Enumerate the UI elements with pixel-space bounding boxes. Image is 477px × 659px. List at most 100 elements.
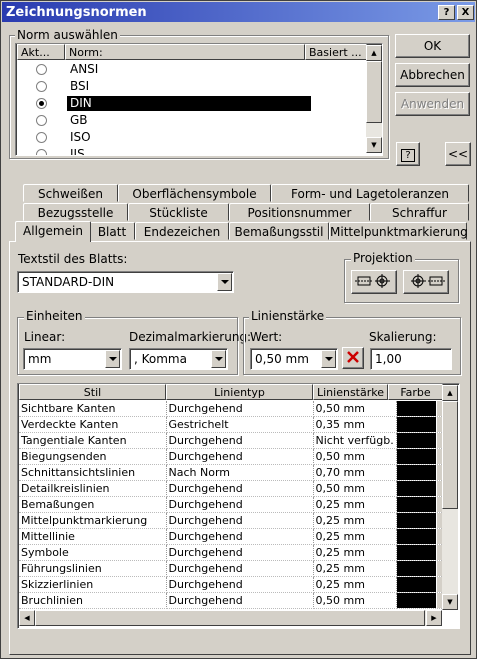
color-swatch[interactable] <box>396 416 437 433</box>
style-cell: Bruchlinien <box>19 592 167 609</box>
lineweight-cell: 0,25 mm <box>313 528 397 545</box>
table-row[interactable]: Biegungsenden Durchgehend 0,50 mm <box>19 448 452 465</box>
color-swatch[interactable] <box>396 528 437 545</box>
table-row[interactable]: Bruchlinien Durchgehend 0,50 mm <box>19 592 452 609</box>
table-row[interactable]: Tangentiale Kanten Durchgehend Nicht verfü… <box>19 432 452 449</box>
color-swatch[interactable] <box>396 448 437 465</box>
table-row[interactable]: Mittelpunktmarkierung Durchgehend 0,25 mm <box>19 512 452 529</box>
cancel-button[interactable]: Abbrechen <box>395 63 470 87</box>
help-icon[interactable]: ? <box>396 142 420 166</box>
lineweight-select[interactable]: 0,50 mm <box>250 348 338 370</box>
lineweight-cell: 0,50 mm <box>313 448 397 465</box>
decimal-marker-value: , Komma <box>134 352 187 366</box>
column-header-style[interactable]: Stil <box>19 384 166 400</box>
active-radio[interactable] <box>36 64 47 75</box>
linear-unit-select[interactable]: mm <box>23 348 122 370</box>
active-radio[interactable] <box>36 98 47 109</box>
scroll-thumb[interactable] <box>366 61 382 123</box>
collapse-button[interactable]: << <box>445 142 471 166</box>
column-header-standard[interactable]: Norm: <box>65 44 305 60</box>
chevron-down-icon[interactable] <box>321 350 336 368</box>
color-swatch[interactable] <box>396 512 437 529</box>
column-header-active[interactable]: Akt... <box>17 44 65 60</box>
tab-schweißen[interactable]: Schweißen <box>23 184 118 202</box>
table-horizontal-scrollbar[interactable]: ◀ ▶ <box>19 610 442 626</box>
tab-endezeichen[interactable]: Endezeichen <box>135 222 229 240</box>
apply-button[interactable]: Anwenden <box>395 92 470 116</box>
table-row[interactable]: Sichtbare Kanten Durchgehend 0,50 mm <box>19 401 452 417</box>
tab-bezugsstelle[interactable]: Bezugsstelle <box>23 203 128 221</box>
column-header-lineweight[interactable]: Linienstärke <box>313 384 388 400</box>
style-cell: Schnittansichtslinien <box>19 464 167 481</box>
standard-list-item[interactable]: ANSI <box>17 61 366 78</box>
tab-mittelpunktmarkierung[interactable]: Mittelpunktmarkierung <box>329 222 468 240</box>
third-angle-projection-icon[interactable] <box>403 270 449 294</box>
color-swatch[interactable] <box>396 464 437 481</box>
chevron-down-icon[interactable] <box>105 350 120 368</box>
column-header-based-on[interactable]: Basiert ... <box>305 44 367 60</box>
color-swatch[interactable] <box>396 576 437 593</box>
color-swatch[interactable] <box>396 480 437 497</box>
tab-stückliste[interactable]: Stückliste <box>128 203 229 221</box>
color-swatch[interactable] <box>396 401 437 417</box>
help-title-button[interactable]: ? <box>438 5 455 20</box>
table-row[interactable]: Bemaßungen Durchgehend 0,25 mm <box>19 496 452 513</box>
active-radio[interactable] <box>36 81 47 92</box>
column-header-color[interactable]: Farbe <box>388 384 443 400</box>
scroll-up-icon[interactable]: ▲ <box>442 385 458 401</box>
close-button[interactable]: X <box>457 5 474 20</box>
layer-style-table[interactable]: Stil Linientyp Linienstärke Farbe Sichtb… <box>17 383 460 629</box>
color-swatch[interactable] <box>396 592 437 609</box>
table-row[interactable]: Skizzierlinien Durchgehend 0,25 mm <box>19 576 452 593</box>
tab-allgemein[interactable]: Allgemein <box>15 221 91 242</box>
table-vertical-scrollbar[interactable]: ▲ ▼ <box>442 385 458 610</box>
standard-name: GB <box>70 113 88 127</box>
scroll-down-icon[interactable]: ▼ <box>442 594 458 610</box>
delete-lineweight-icon[interactable] <box>342 347 364 369</box>
column-header-linetype[interactable]: Linientyp <box>166 384 313 400</box>
color-swatch[interactable] <box>396 560 437 577</box>
scroll-thumb[interactable] <box>442 401 458 509</box>
standard-name: ISO <box>70 130 91 144</box>
standard-list-item[interactable]: ISO <box>17 129 366 146</box>
table-row[interactable]: Mittellinie Durchgehend 0,25 mm <box>19 528 452 545</box>
table-row[interactable]: Detailkreislinien Durchgehend 0,50 mm <box>19 480 452 497</box>
tab-form-und-lagetoleranzen[interactable]: Form- und Lagetoleranzen <box>271 184 469 202</box>
chevron-down-icon[interactable] <box>217 273 232 291</box>
table-row[interactable]: Führungslinien Durchgehend 0,25 mm <box>19 560 452 577</box>
standard-list-item[interactable]: BSI <box>17 78 366 95</box>
standard-list-item[interactable]: JIS <box>17 146 366 155</box>
tab-blatt[interactable]: Blatt <box>89 222 135 240</box>
standard-list-item[interactable]: GB <box>17 112 366 129</box>
first-angle-projection-icon[interactable] <box>351 270 397 294</box>
scale-input[interactable]: 1,00 <box>370 348 452 370</box>
scroll-down-icon[interactable]: ▼ <box>366 137 382 153</box>
title-bar[interactable]: Zeichnungsnormen ? X <box>2 2 475 22</box>
scroll-left-icon[interactable]: ◀ <box>19 610 35 626</box>
tab-schraffur[interactable]: Schraffur <box>370 203 469 221</box>
lineweight-cell: Nicht verfügb. <box>313 432 397 449</box>
scroll-right-icon[interactable]: ▶ <box>426 610 442 626</box>
color-swatch[interactable] <box>396 496 437 513</box>
decimal-marker-select[interactable]: , Komma <box>129 348 228 370</box>
standard-list-item[interactable]: DIN <box>17 95 366 112</box>
table-row[interactable]: Verdeckte Kanten Gestrichelt 0,35 mm <box>19 416 452 433</box>
table-row[interactable]: Schnittansichtslinien Nach Norm 0,70 mm <box>19 464 452 481</box>
table-row[interactable]: Symbole Durchgehend 0,25 mm <box>19 544 452 561</box>
scroll-up-icon[interactable]: ▲ <box>366 45 382 61</box>
active-radio[interactable] <box>36 149 47 155</box>
color-swatch[interactable] <box>396 432 437 449</box>
style-cell: Tangentiale Kanten <box>19 432 167 449</box>
ok-button[interactable]: OK <box>395 34 470 58</box>
standard-list-scrollbar[interactable]: ▲ ▼ <box>366 45 382 153</box>
tab-oberflächensymbole[interactable]: Oberflächensymbole <box>118 184 271 202</box>
chevron-down-icon[interactable] <box>211 350 226 368</box>
standard-list[interactable]: Akt... Norm: Basiert ... ANSI BSI DIN GB ISO… <box>15 43 383 156</box>
color-swatch[interactable] <box>396 544 437 561</box>
tab-bemaßungsstil[interactable]: Bemaßungsstil <box>229 222 329 240</box>
scroll-thumb-horizontal[interactable] <box>35 610 425 626</box>
sheet-text-style-select[interactable]: STANDARD-DIN <box>17 271 234 293</box>
active-radio[interactable] <box>36 115 47 126</box>
active-radio[interactable] <box>36 132 47 143</box>
tab-positionsnummer[interactable]: Positionsnummer <box>229 203 370 221</box>
